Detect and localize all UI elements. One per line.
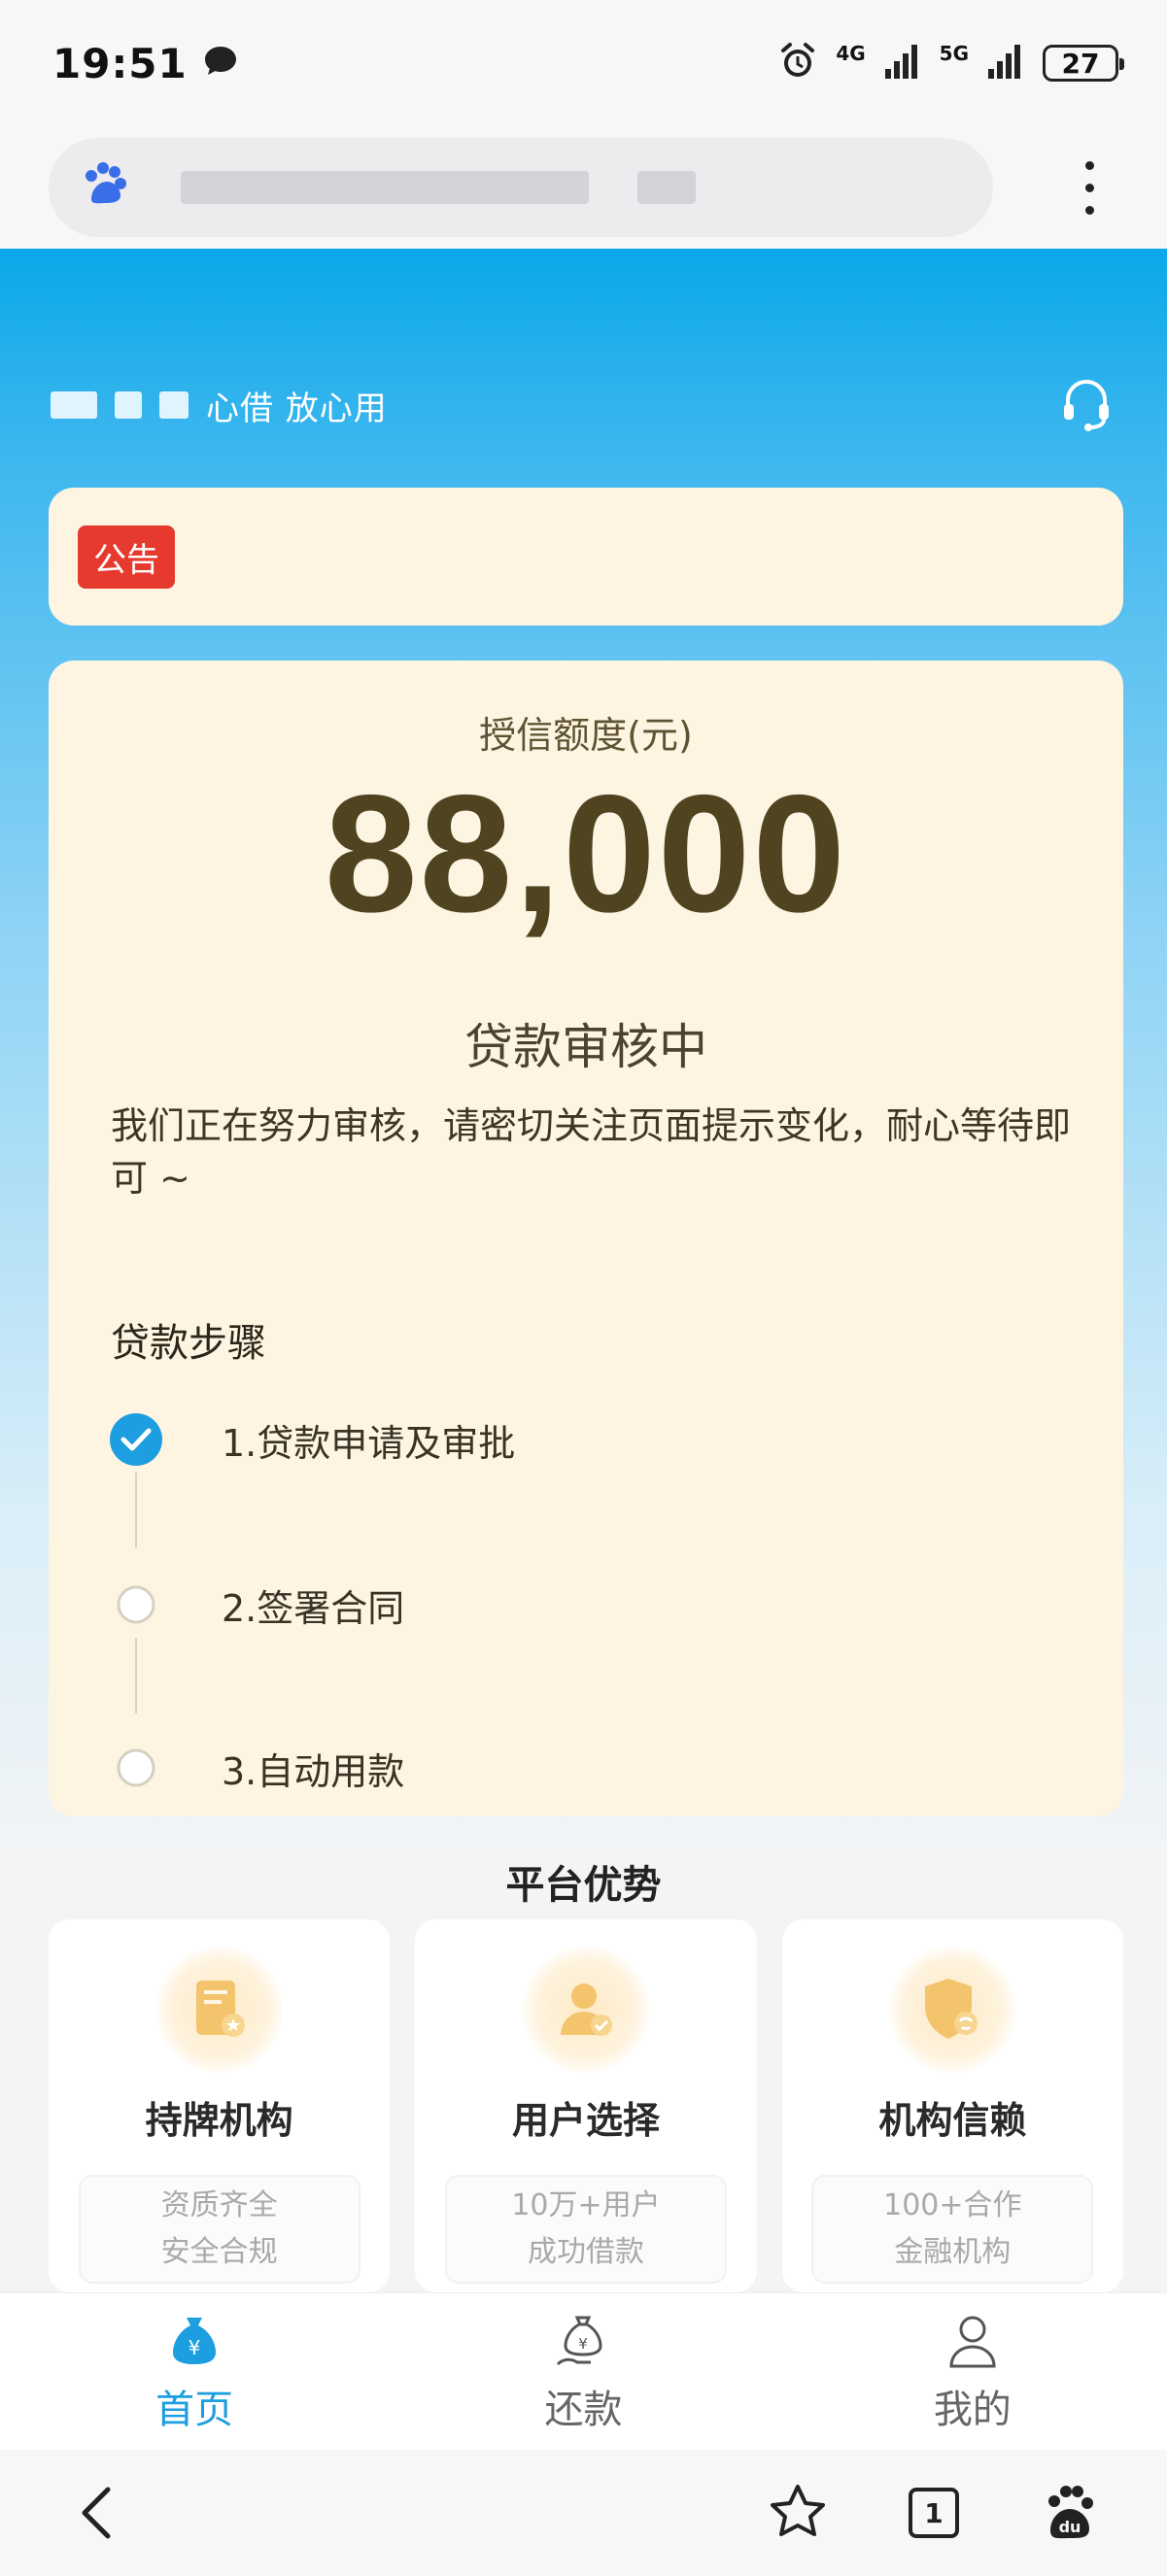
status-time: 19:51 [52,39,188,87]
menu-dot [1084,205,1094,215]
user-choice-icon [522,1947,649,2073]
step-item: 1.贷款申请及审批 [109,1412,515,1467]
signal-icon [883,42,922,85]
step-connector [135,1638,137,1713]
review-status-desc: 我们正在努力审核，请密切关注页面提示变化，耐心等待即可 ~ [111,1104,1072,1200]
svg-text:du: du [1059,2518,1081,2536]
review-status-title: 贷款审核中 [464,1019,707,1075]
check-circle-icon [109,1412,163,1467]
nav-repay[interactable]: ¥ 还款 [486,2310,680,2434]
money-bag-icon: ¥ [163,2310,225,2372]
advantage-name: 机构信赖 [878,2099,1027,2142]
step-item: 2.签署合同 [109,1577,404,1632]
step-label: 3.自动用款 [222,1749,405,1793]
advantage-desc: 100+合作 金融机构 [811,2175,1094,2284]
step-connector [135,1473,137,1548]
baidu-paw-icon[interactable]: du [1031,2474,1109,2552]
advantage-desc-line: 成功借款 [527,2235,644,2269]
blurred-url [637,171,696,204]
status-left: 19:51 [52,40,240,87]
svg-text:¥: ¥ [579,2335,589,2353]
browser-address-row [0,126,1167,249]
back-icon[interactable] [58,2474,136,2552]
nav-label: 我的 [933,2387,1012,2432]
advantages-title: 平台优势 [505,1863,662,1908]
customer-service-icon[interactable] [1056,373,1116,437]
blurred-app-name [51,391,97,419]
nav-home[interactable]: ¥ 首页 [97,2310,292,2434]
step-item: 3.自动用款 [109,1741,404,1795]
address-bar[interactable] [49,138,993,237]
menu-dot [1084,160,1094,170]
status-bar: 19:51 4G 5G 27 [0,0,1167,126]
advantage-name: 用户选择 [511,2099,660,2142]
slogan-text: 心借 放心用 [206,389,388,428]
credit-label: 授信额度(元) [479,714,693,757]
star-icon[interactable] [759,2474,837,2552]
advantages-row: 持牌机构 资质齐全 安全合规 用户选择 10万+用户 成功借款 机构信赖 100… [49,1919,1123,2292]
message-icon [201,42,240,85]
network-4g-label: 4G [836,42,866,65]
signal-icon [986,42,1025,85]
nav-label: 首页 [155,2387,234,2432]
advantage-desc: 10万+用户 成功借款 [444,2175,727,2284]
advantage-desc-line: 安全合规 [160,2235,278,2269]
step-label: 1.贷款申请及审批 [222,1421,516,1465]
user-icon [942,2310,1004,2372]
blurred-app-name [115,391,142,419]
tabs-button[interactable]: 1 [895,2474,973,2552]
menu-dot [1084,183,1094,192]
svg-text:¥: ¥ [189,2336,201,2359]
advantage-card-users: 用户选择 10万+用户 成功借款 [415,1919,757,2292]
empty-circle-icon [109,1741,163,1795]
baidu-logo-icon [78,158,132,217]
loan-page: 心借 放心用 公告 授信额度(元) 88,000 贷款审核中 我们正在努力审核，… [0,249,1167,2292]
battery-indicator: 27 [1043,45,1124,82]
advantage-desc-line: 资质齐全 [160,2188,278,2222]
steps-title: 贷款步骤 [111,1321,266,1366]
repay-icon: ¥ [552,2310,614,2372]
blurred-app-name [159,391,189,419]
loan-status-card: 授信额度(元) 88,000 贷款审核中 我们正在努力审核，请密切关注页面提示变… [49,661,1123,1816]
advantage-desc: 资质齐全 安全合规 [78,2175,360,2284]
advantage-desc-line: 10万+用户 [511,2188,661,2222]
bottom-nav: ¥ 首页 ¥ 还款 我的 [0,2292,1167,2450]
header-row: 心借 放心用 [51,371,1116,439]
blurred-url [181,171,589,204]
empty-circle-icon [109,1577,163,1632]
credit-amount: 88,000 [324,761,848,947]
advantage-card-licensed: 持牌机构 资质齐全 安全合规 [49,1919,391,2292]
status-right: 4G 5G 27 [777,41,1124,85]
browser-menu-button[interactable] [1060,138,1118,237]
notice-tag: 公告 [78,525,175,589]
nav-profile[interactable]: 我的 [875,2310,1070,2434]
advantage-desc-line: 100+合作 [883,2188,1022,2222]
nav-label: 还款 [544,2387,623,2432]
header-slogan: 心借 放心用 [51,382,388,429]
notice-card: 公告 [49,488,1123,626]
browser-toolbar: 1 du [0,2450,1167,2576]
advantage-desc-line: 金融机构 [894,2235,1012,2269]
step-label: 2.签署合同 [222,1586,405,1630]
alarm-icon [777,41,818,85]
advantage-card-trust: 机构信赖 100+合作 金融机构 [781,1919,1123,2292]
tab-count: 1 [909,2488,959,2538]
licensed-institution-icon [155,1947,283,2073]
trust-shield-icon [889,1947,1016,2073]
network-5g-label: 5G [939,42,969,65]
advantage-name: 持牌机构 [145,2099,293,2142]
